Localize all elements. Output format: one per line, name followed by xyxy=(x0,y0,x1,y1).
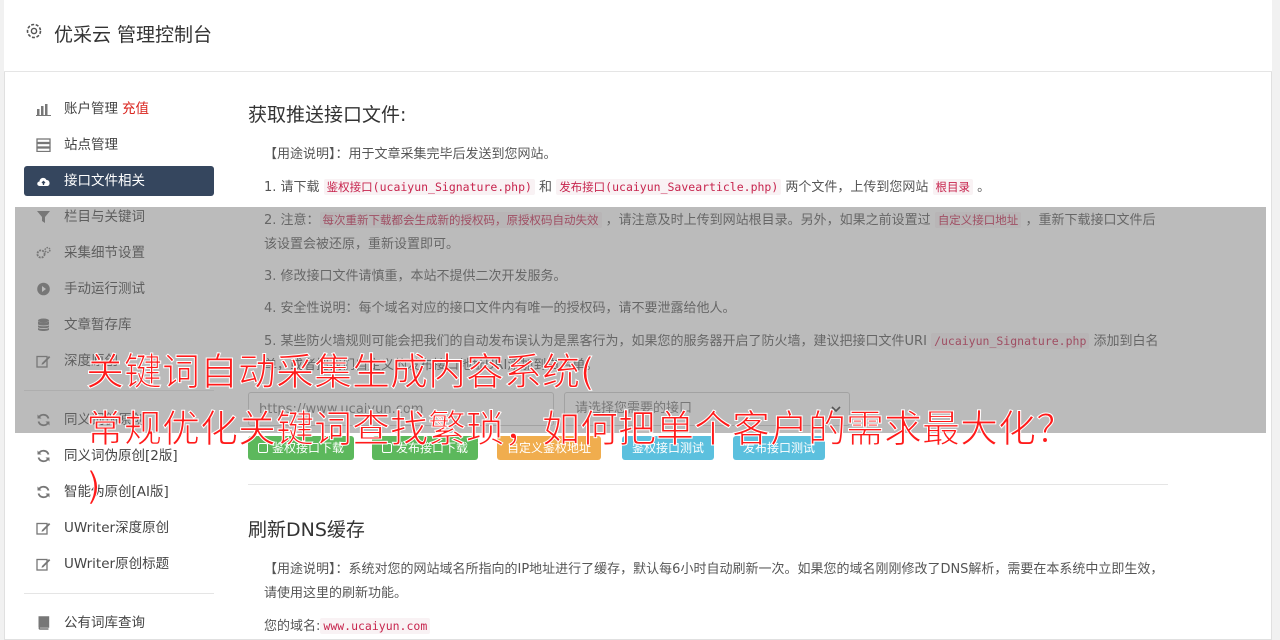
domain-label: 您的域名: xyxy=(264,619,321,634)
book-icon xyxy=(36,616,51,630)
text: 。 xyxy=(973,180,991,195)
headline-line-3: ) xyxy=(86,464,102,509)
sidebar-item-label: UWriter原创标题 xyxy=(64,556,170,572)
top-header: 优采云 管理控制台 xyxy=(4,0,1272,72)
domain-line: 您的域名: www.ucaiyun.com xyxy=(264,614,1168,639)
refresh-icon xyxy=(36,449,51,463)
sidebar-divider xyxy=(24,593,214,594)
refresh-icon xyxy=(36,485,51,499)
signature-file-code: 鉴权接口(ucaiyun_Signature.php) xyxy=(323,179,535,195)
console-title: 优采云 管理控制台 xyxy=(54,24,213,46)
usage-text: 【用途说明】：用于文章采集完毕后发送到您网站。 xyxy=(264,147,557,162)
savearticle-file-code: 发布接口(ucaiyun_Savearticle.php) xyxy=(556,179,782,195)
gear-icon xyxy=(26,23,42,39)
section-title-dns: 刷新DNS缓存 xyxy=(248,519,365,541)
sidebar-item-rewrite-4[interactable]: UWriter深度原创 xyxy=(24,513,214,543)
bar-chart-icon xyxy=(36,102,51,116)
headline-line-1: 关键词自动采集生成内容系统( xyxy=(86,350,596,395)
sidebar-item-rewrite-5[interactable]: UWriter原创标题 xyxy=(24,549,214,579)
domain-value: www.ucaiyun.com xyxy=(320,618,431,634)
text: 1. 请下载 xyxy=(264,180,324,195)
dns-usage-text: 【用途说明】：系统对您的网站域名所指向的IP地址进行了缓存，默认每6小时自动刷新… xyxy=(264,562,1164,601)
sidebar-item-label: 站点管理 xyxy=(64,137,118,153)
sidebar-item-label: UWriter深度原创 xyxy=(64,520,170,536)
recharge-link[interactable]: 充值 xyxy=(122,101,149,117)
section-title-interface-files: 获取推送接口文件: xyxy=(248,104,407,126)
sidebar-item-label: 公有词库查询 xyxy=(64,615,145,631)
sidebar-item-label: 账户管理 xyxy=(64,101,118,117)
server-icon xyxy=(36,138,51,152)
sidebar-item-main-1[interactable]: 账户管理 充值 xyxy=(24,94,214,124)
edit-icon xyxy=(36,521,51,535)
sidebar-item-label: 接口文件相关 xyxy=(64,173,145,189)
text: 和 xyxy=(534,180,557,195)
root-dir-code: 根目录 xyxy=(932,179,974,195)
cloud-upload-icon xyxy=(36,174,51,188)
headline-line-2: 常规优化关键词查找繁琐，如何把单个客户的需求最大化？ xyxy=(86,407,1075,452)
edit-icon xyxy=(36,557,51,571)
overlay-headline: 关键词自动采集生成内容系统( 常规优化关键词查找繁琐，如何把单个客户的需求最大化… xyxy=(86,344,1236,515)
text: 两个文件，上传到您网站 xyxy=(781,180,933,195)
sidebar-item-lexicon-1[interactable]: 公有词库查询 xyxy=(24,608,214,638)
instruction-1: 1. 请下载 鉴权接口(ucaiyun_Signature.php) 和 发布接… xyxy=(264,175,1168,200)
sidebar-item-main-3[interactable]: 接口文件相关 xyxy=(24,166,214,196)
sidebar-item-main-2[interactable]: 站点管理 xyxy=(24,130,214,160)
